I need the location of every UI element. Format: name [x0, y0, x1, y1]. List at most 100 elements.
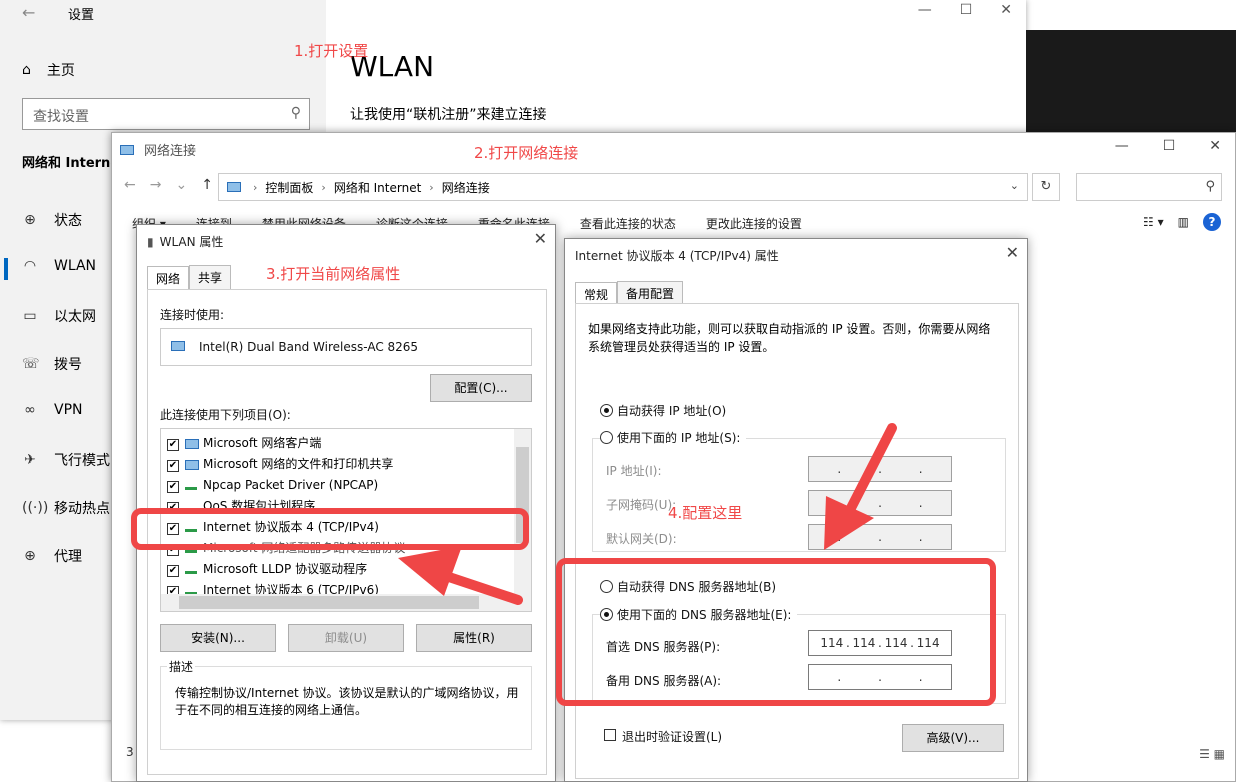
nav-label: 状态 — [54, 213, 82, 229]
forward-arrow-icon[interactable]: → — [150, 177, 162, 193]
list-item[interactable]: ✔ Microsoft LLDP 协议驱动程序 — [167, 559, 513, 580]
close-icon[interactable]: ✕ — [534, 229, 547, 248]
maximize-icon[interactable]: ☐ — [960, 2, 973, 18]
uninstall-button[interactable]: 卸载(U) — [288, 624, 404, 652]
general-tab-panel: 如果网络支持此功能，则可以获取自动指派的 IP 设置。否则，你需要从网络系统管理… — [575, 303, 1019, 779]
minimize-icon[interactable]: — — [918, 2, 932, 18]
settings-search-input[interactable]: 查找设置 ⚲ — [22, 98, 310, 130]
nav-item-proxy[interactable]: ⊕ 代理 — [22, 546, 82, 566]
help-icon[interactable]: ? — [1203, 213, 1221, 231]
nav-item-ethernet[interactable]: ▭ 以太网 — [22, 306, 96, 326]
advanced-button[interactable]: 高级(V)... — [902, 724, 1004, 752]
manual-ip-radio[interactable]: 使用下面的 IP 地址(S): — [600, 429, 747, 446]
search-input[interactable]: ⚲ — [1076, 173, 1222, 201]
dialup-icon: ☏ — [22, 356, 40, 372]
close-icon[interactable]: ✕ — [1209, 138, 1221, 154]
gateway-field[interactable]: ... — [808, 524, 952, 550]
nav-label: 代理 — [54, 549, 82, 565]
item-count: 3 — [126, 745, 134, 759]
control-panel-icon — [227, 182, 241, 192]
item-label: Microsoft LLDP 协议驱动程序 — [203, 562, 368, 576]
chevron-right-icon: › — [321, 180, 326, 194]
nav-item-hotspot[interactable]: ((·)) 移动热点 — [22, 498, 110, 518]
details-view-icon[interactable]: ☰ ▦ — [1199, 747, 1225, 761]
checkbox-icon[interactable]: ✔ — [167, 481, 179, 493]
airplane-icon: ✈ — [24, 452, 36, 468]
home-icon: ⌂ — [22, 62, 31, 78]
tab-network[interactable]: 网络 — [147, 266, 190, 290]
network-icon — [185, 459, 199, 470]
item-label: Microsoft 网络的文件和打印机共享 — [203, 457, 394, 471]
chevron-down-icon[interactable]: ⌄ — [1010, 179, 1019, 192]
validate-checkbox[interactable]: 退出时验证设置(L) — [604, 728, 722, 745]
home-nav-item[interactable]: ⌂ 主页 — [22, 60, 75, 80]
nav-item-status[interactable]: ⊕ 状态 — [22, 210, 82, 230]
connect-using-label: 连接时使用: — [160, 308, 225, 322]
breadcrumb[interactable]: › 控制面板 › 网络和 Internet › 网络连接 ⌄ — [218, 173, 1028, 201]
cmd-status[interactable]: 查看此连接的状态 — [580, 215, 676, 232]
breadcrumb-item[interactable]: 网络和 Internet — [334, 179, 421, 196]
globe-icon: ⊕ — [24, 212, 36, 228]
title-bar: 网络连接 — ☐ ✕ — [112, 133, 1235, 165]
auto-ip-radio[interactable]: 自动获得 IP 地址(O) — [600, 402, 726, 419]
network-folder-icon — [120, 144, 134, 155]
breadcrumb-item[interactable]: 网络连接 — [442, 179, 490, 196]
back-arrow-icon[interactable]: ← — [22, 3, 35, 22]
annotation-step3: 3.打开当前网络属性 — [266, 265, 401, 283]
description-text: 传输控制协议/Internet 协议。该协议是默认的广域网络协议，用于在不同的相… — [175, 686, 519, 717]
radio-label: 使用下面的 IP 地址(S): — [617, 431, 741, 445]
adapter-icon — [171, 341, 185, 351]
nav-item-vpn[interactable]: ∞ VPN — [22, 402, 82, 418]
checkbox-icon[interactable]: ✔ — [167, 439, 179, 451]
horizontal-scrollbar[interactable] — [161, 594, 531, 611]
properties-button[interactable]: 属性(R) — [416, 624, 532, 652]
cmd-change-settings[interactable]: 更改此连接的设置 — [706, 215, 802, 232]
minimize-icon[interactable]: — — [1115, 138, 1129, 154]
nav-item-dialup[interactable]: ☏ 拨号 — [22, 354, 82, 374]
wlan-properties-dialog: ▮ WLAN 属性 ✕ 网络 共享 连接时使用: Intel(R) Dual Ba… — [136, 224, 556, 782]
nav-label: WLAN — [54, 258, 97, 274]
tab-alternate[interactable]: 备用配置 — [617, 281, 684, 305]
home-label: 主页 — [46, 63, 75, 79]
nav-item-wlan[interactable]: ◠ WLAN — [22, 258, 96, 274]
up-arrow-icon[interactable]: ↑ — [201, 177, 213, 193]
protocol-icon — [185, 565, 197, 574]
close-icon[interactable]: ✕ — [1000, 2, 1012, 18]
nav-item-airplane[interactable]: ✈ 飞行模式 — [22, 450, 110, 470]
scroll-thumb[interactable] — [179, 596, 479, 609]
intro-text: 如果网络支持此功能，则可以获取自动指派的 IP 设置。否则，你需要从网络系统管理… — [588, 322, 991, 354]
checkbox-icon[interactable]: ✔ — [167, 460, 179, 472]
adapter-name: Intel(R) Dual Band Wireless-AC 8265 — [199, 340, 419, 354]
list-item[interactable]: ✔ Microsoft 网络的文件和打印机共享 — [167, 454, 513, 475]
preview-pane-icon[interactable]: ▥ — [1178, 215, 1189, 229]
ip-address-field[interactable]: ... — [808, 456, 952, 482]
back-arrow-icon[interactable]: ← — [124, 177, 136, 193]
breadcrumb-item[interactable]: 控制面板 — [265, 179, 313, 196]
install-button[interactable]: 安装(N)... — [160, 624, 276, 652]
configure-button[interactable]: 配置(C)... — [430, 374, 532, 402]
list-item[interactable]: ✔ Microsoft 网络客户端 — [167, 433, 513, 454]
window-title: 网络连接 — [144, 144, 197, 159]
tab-sharing[interactable]: 共享 — [189, 265, 232, 289]
network-icon — [185, 438, 199, 449]
checkbox-icon[interactable]: ✔ — [167, 565, 179, 577]
checkbox-icon[interactable] — [604, 729, 616, 741]
annotation-step4: 4.配置这里 — [668, 504, 743, 522]
list-item[interactable]: ✔ Npcap Packet Driver (NPCAP) — [167, 475, 513, 496]
view-options-icon[interactable]: ☷ ▾ — [1143, 215, 1164, 229]
window-controls: — ☐ ✕ — [1115, 138, 1221, 154]
close-icon[interactable]: ✕ — [1006, 243, 1019, 262]
subnet-mask-field[interactable]: ... — [808, 490, 952, 516]
maximize-icon[interactable]: ☐ — [1163, 138, 1176, 154]
item-label: Microsoft 网络客户端 — [203, 436, 322, 450]
item-label: Npcap Packet Driver (NPCAP) — [203, 478, 379, 492]
nav-label: 飞行模式 — [54, 453, 110, 469]
dialog-title: Internet 协议版本 4 (TCP/IPv4) 属性 — [575, 249, 779, 263]
radio-selected-icon — [600, 404, 613, 417]
dialog-title: WLAN 属性 — [159, 235, 224, 249]
search-icon: ⚲ — [1205, 179, 1215, 194]
nav-label: 拨号 — [54, 357, 82, 373]
recent-chevron-icon[interactable]: ⌄ — [175, 177, 187, 193]
description-label: 描述 — [167, 658, 196, 675]
refresh-button[interactable]: ↻ — [1032, 173, 1060, 201]
